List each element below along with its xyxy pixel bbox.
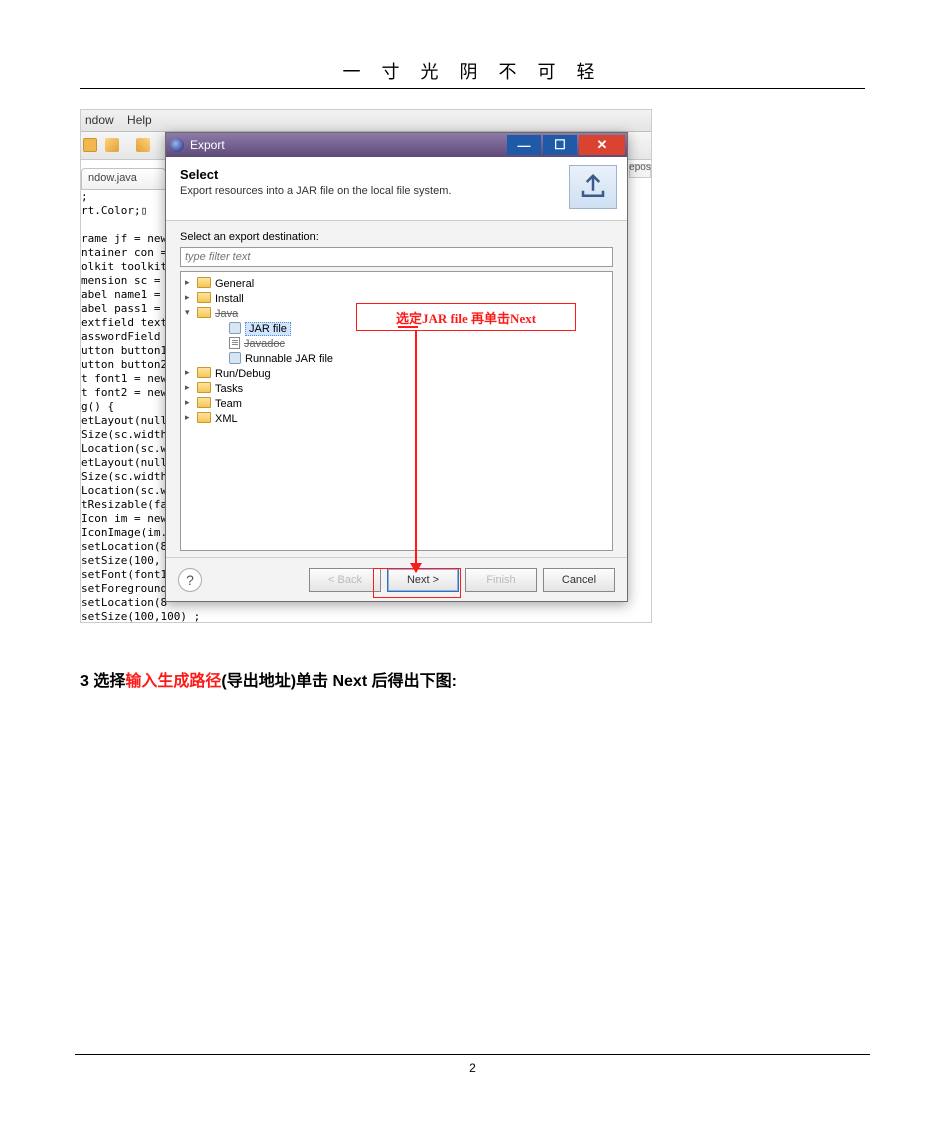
header-title: 一 寸 光 阴 不 可 轻 xyxy=(342,62,602,82)
folder-icon xyxy=(197,307,211,318)
toolbar-icon[interactable] xyxy=(105,138,119,152)
dialog-heading: Select xyxy=(180,167,613,182)
toolbar-icon[interactable] xyxy=(83,138,97,152)
window-minimize-button[interactable]: — xyxy=(507,135,541,155)
editor-tab[interactable]: ndow.java xyxy=(81,168,166,190)
page-header: 一 寸 光 阴 不 可 轻 xyxy=(80,58,865,89)
window-maximize-button[interactable]: ☐ xyxy=(543,135,577,155)
help-button[interactable]: ? xyxy=(178,568,202,592)
screenshot-container: ndow Help ndow.java epos ; rt.Color;▯ ra… xyxy=(80,109,652,623)
tree-node-general[interactable]: General xyxy=(183,276,610,291)
jar-file-icon xyxy=(229,322,241,334)
tree-node-run-debug[interactable]: Run/Debug xyxy=(183,366,610,381)
export-icon xyxy=(569,165,617,209)
side-text-fragment: epos xyxy=(629,162,651,184)
tree-node-runnable-jar[interactable]: Runnable JAR file xyxy=(211,351,610,366)
dialog-footer: ? < Back Next > Finish Cancel xyxy=(166,557,627,601)
folder-icon xyxy=(197,397,211,408)
finish-button: Finish xyxy=(465,568,537,592)
folder-icon xyxy=(197,382,211,393)
ide-menubar: ndow Help xyxy=(81,110,652,132)
menu-help[interactable]: Help xyxy=(127,113,152,127)
cancel-button[interactable]: Cancel xyxy=(543,568,615,592)
dialog-subheading: Export resources into a JAR file on the … xyxy=(180,185,613,197)
folder-icon xyxy=(197,277,211,288)
caption-highlight: 输入生成路径 xyxy=(125,673,221,690)
tree-node-xml[interactable]: XML xyxy=(183,411,610,426)
toolbar-icon[interactable] xyxy=(136,138,150,152)
javadoc-icon xyxy=(229,337,240,349)
menu-window[interactable]: ndow xyxy=(85,113,114,127)
folder-icon xyxy=(197,292,211,303)
dialog-header: Select Export resources into a JAR file … xyxy=(166,157,627,221)
jar-file-icon xyxy=(229,352,241,364)
window-close-button[interactable]: ✕ xyxy=(579,135,625,155)
annotation-callout: 选定JAR file 再单击Next xyxy=(356,303,576,331)
destination-label: Select an export destination: xyxy=(180,231,613,243)
tree-node-team[interactable]: Team xyxy=(183,396,610,411)
step-caption: 3 选择输入生成路径(导出地址)单击 Next 后得出下图: xyxy=(80,667,865,691)
filter-text-input[interactable] xyxy=(180,247,613,267)
dialog-body: Select an export destination: General In… xyxy=(166,221,627,557)
export-dialog: Export — ☐ ✕ Select Export resources int… xyxy=(165,132,628,602)
caption-rest: (导出地址)单击 Next 后得出下图: xyxy=(221,673,457,690)
back-button: < Back xyxy=(309,568,381,592)
page-number: 2 xyxy=(0,1054,945,1075)
eclipse-icon xyxy=(170,138,184,152)
dialog-title: Export xyxy=(190,138,507,152)
tree-node-javadoc[interactable]: Javadoc xyxy=(211,336,610,351)
dialog-titlebar: Export — ☐ ✕ xyxy=(166,133,627,157)
tree-node-tasks[interactable]: Tasks xyxy=(183,381,610,396)
next-button[interactable]: Next > xyxy=(387,568,459,592)
folder-icon xyxy=(197,367,211,378)
folder-icon xyxy=(197,412,211,423)
caption-prefix: 3 选择 xyxy=(80,673,125,690)
annotation-arrow xyxy=(415,330,417,572)
